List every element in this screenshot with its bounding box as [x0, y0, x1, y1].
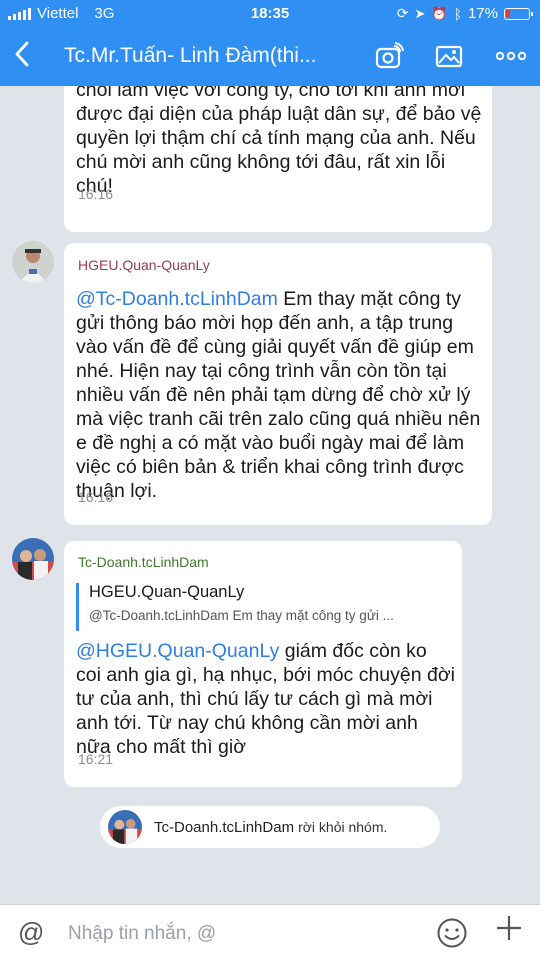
message-bubble[interactable]: chối làm việc với công ty, cho tới khi a…	[64, 86, 492, 232]
quote-sender: HGEU.Quan-QuanLy	[89, 583, 245, 601]
message-text: chối làm việc với công ty, cho tới khi a…	[76, 86, 482, 197]
chevron-left-icon[interactable]	[14, 40, 30, 73]
mention-icon[interactable]: @	[18, 917, 44, 948]
message-text: @HGEU.Quan-QuanLy giám đốc còn ko coi an…	[76, 639, 456, 759]
message-time: 16:16	[78, 489, 114, 505]
alarm-icon: ⏰	[431, 5, 448, 21]
rotation-lock-icon: ⟳	[396, 5, 409, 21]
status-right: ⟳ ➤ ⏰ ᛒ 17%	[396, 5, 533, 22]
system-text: rời khỏi nhóm.	[298, 819, 388, 835]
quote-text: @Tc-Doanh.tcLinhDam Em thay mặt công ty …	[89, 608, 394, 623]
more-icon[interactable]	[494, 42, 527, 70]
mention-link[interactable]: @HGEU.Quan-QuanLy	[76, 640, 279, 662]
message-text: @Tc-Doanh.tcLinhDam Em thay mặt công ty …	[76, 287, 486, 503]
system-user-name[interactable]: Tc-Doanh.tcLinhDam	[154, 819, 294, 836]
sender-name[interactable]: HGEU.Quan-QuanLy	[78, 257, 210, 273]
gallery-icon[interactable]	[434, 42, 464, 70]
message-input[interactable]: Nhập tin nhắn, @	[68, 923, 216, 945]
emoji-icon[interactable]	[436, 917, 468, 949]
battery-percent: 17%	[467, 5, 498, 22]
message-bubble[interactable]: HGEU.Quan-QuanLy @Tc-Doanh.tcLinhDam Em …	[64, 243, 492, 525]
sender-name[interactable]: Tc-Doanh.tcLinhDam	[78, 554, 209, 570]
top-bar: Viettel 3G 18:35 ⟳ ➤ ⏰ ᛒ 17% Tc.Mr.Tuấn-…	[0, 0, 540, 86]
avatar	[108, 810, 142, 844]
message-body: Em thay mặt công ty gửi thông báo mời họ…	[76, 288, 481, 502]
message-time: 16:16	[78, 186, 114, 202]
avatar[interactable]	[12, 241, 54, 283]
input-bar: @ Nhập tin nhắn, @	[0, 904, 540, 960]
plus-icon[interactable]	[494, 913, 524, 951]
quoted-message[interactable]: HGEU.Quan-QuanLy @Tc-Doanh.tcLinhDam Em …	[76, 583, 450, 631]
chat-header: Tc.Mr.Tuấn- Linh Đàm(thi...	[0, 28, 540, 86]
battery-icon	[504, 7, 533, 20]
message-bubble[interactable]: Tc-Doanh.tcLinhDam HGEU.Quan-QuanLy @Tc-…	[64, 541, 462, 787]
status-bar: Viettel 3G 18:35 ⟳ ➤ ⏰ ᛒ 17%	[0, 0, 540, 28]
chat-area[interactable]: chối làm việc với công ty, cho tới khi a…	[0, 86, 540, 904]
chat-title[interactable]: Tc.Mr.Tuấn- Linh Đàm(thi...	[64, 44, 354, 68]
message-time: 16:21	[78, 751, 114, 767]
bluetooth-icon: ᛒ	[453, 5, 462, 22]
avatar[interactable]	[12, 538, 54, 580]
mention-link[interactable]: @Tc-Doanh.tcLinhDam	[76, 288, 278, 310]
system-notice: Tc-Doanh.tcLinhDam rời khỏi nhóm.	[100, 806, 440, 848]
camera-icon[interactable]	[374, 42, 404, 70]
location-icon: ➤	[414, 5, 426, 21]
